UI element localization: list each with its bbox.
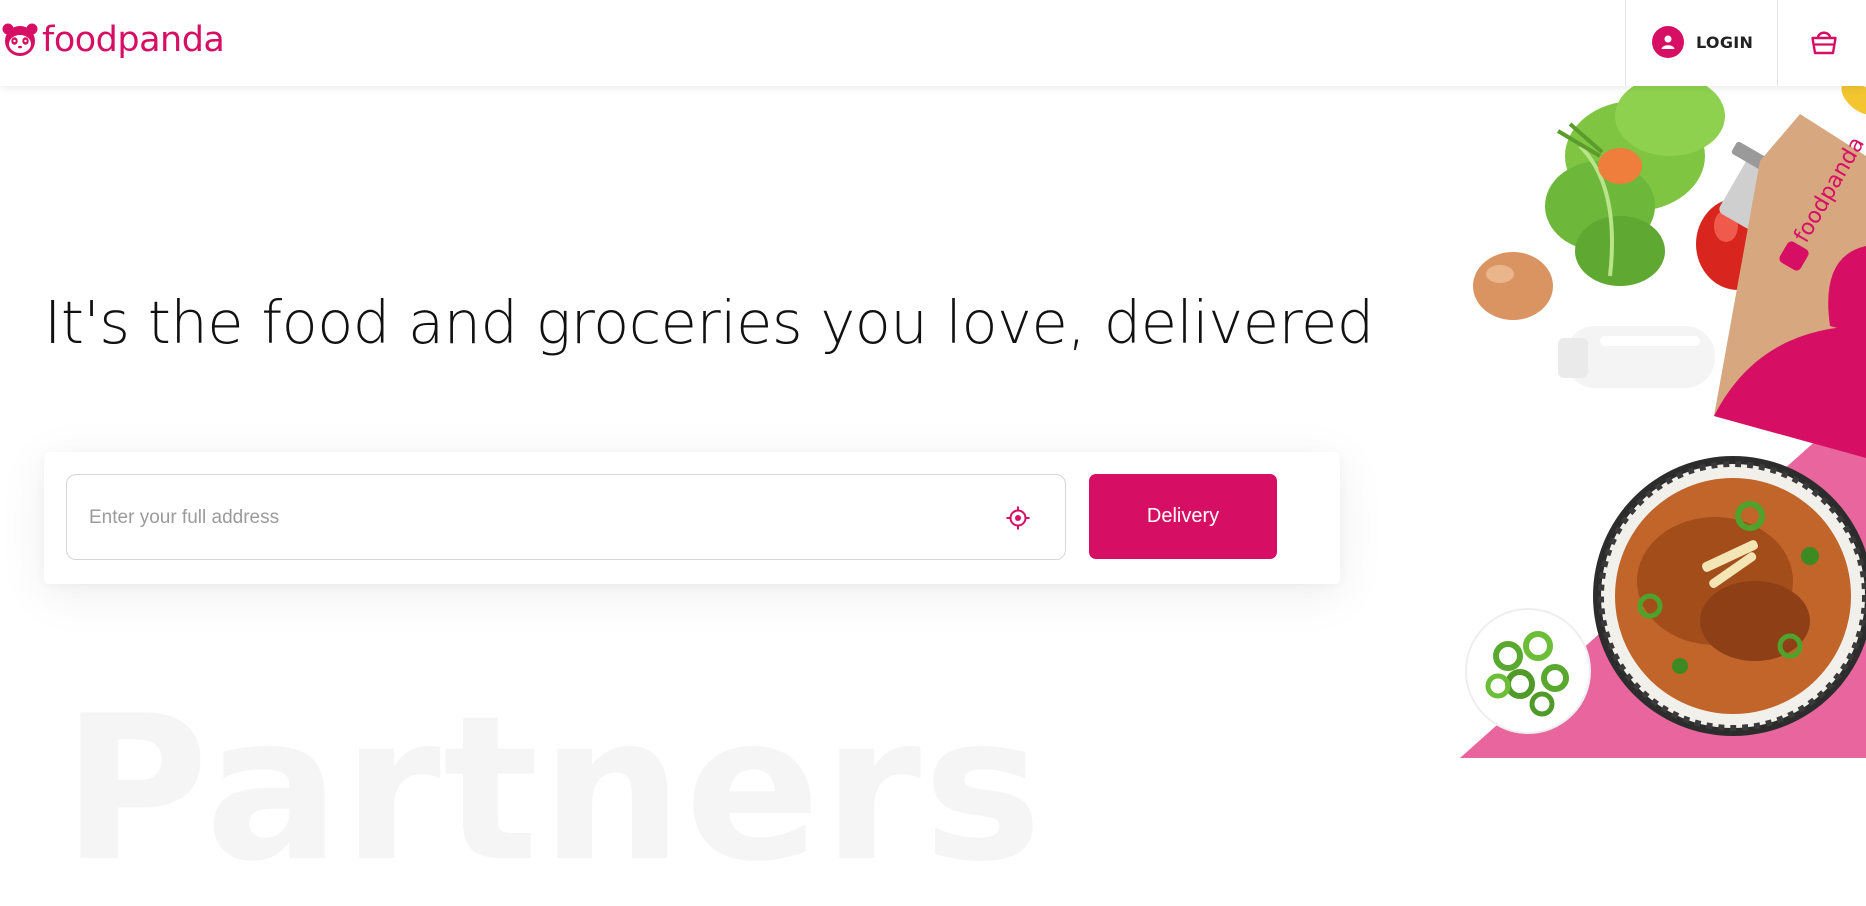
egg-image <box>1473 252 1553 320</box>
locate-me-icon[interactable] <box>1005 505 1031 531</box>
cart-button[interactable] <box>1808 26 1840 58</box>
panda-icon <box>2 23 38 56</box>
header-divider <box>1777 0 1778 86</box>
address-search-card: Delivery <box>44 452 1340 584</box>
delivery-button[interactable]: Delivery <box>1089 474 1277 559</box>
shopping-basket-icon <box>1811 31 1837 55</box>
partners-heading: Partners <box>62 673 1045 906</box>
header-divider <box>1625 0 1626 86</box>
top-header: foodpanda LOGIN <box>0 0 1866 86</box>
brand-name: foodpanda <box>42 20 225 60</box>
login-label: LOGIN <box>1696 32 1754 52</box>
address-input[interactable] <box>87 475 991 561</box>
login-button[interactable]: LOGIN <box>1652 24 1753 60</box>
hero-food-illustration: foodpanda <box>1460 86 1866 758</box>
milk-bottle-image <box>1558 326 1715 388</box>
chili-bowl-image <box>1465 608 1591 734</box>
address-field[interactable] <box>66 474 1066 561</box>
hero-headline: It's the food and groceries you love, de… <box>44 288 1374 357</box>
user-icon <box>1652 26 1684 58</box>
foodpanda-logo[interactable]: foodpanda <box>2 20 225 60</box>
curry-bowl-image <box>1593 456 1866 736</box>
